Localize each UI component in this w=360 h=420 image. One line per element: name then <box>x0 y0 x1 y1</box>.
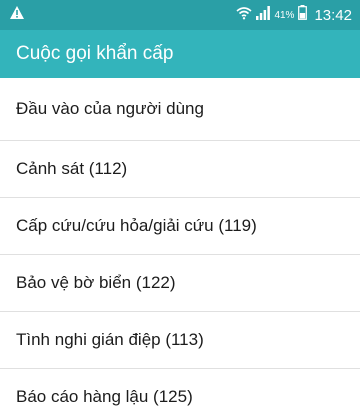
list-item-label: Bảo vệ bờ biển (122) <box>16 273 176 292</box>
wifi-icon <box>236 6 252 25</box>
app-bar: Cuộc gọi khẩn cấp <box>0 30 360 78</box>
battery-percentage: 41% <box>274 9 295 21</box>
list-item-label: Đầu vào của người dùng <box>16 99 204 118</box>
list-item-label: Cảnh sát (112) <box>16 159 128 178</box>
emergency-call-list: Đầu vào của người dùng Cảnh sát (112) Cấ… <box>0 78 360 420</box>
page-title: Cuộc gọi khẩn cấp <box>16 43 174 64</box>
list-item-label: Cấp cứu/cứu hỏa/giải cứu (119) <box>16 216 257 235</box>
list-item-police[interactable]: Cảnh sát (112) <box>0 141 360 198</box>
signal-icon <box>256 5 271 25</box>
list-item-label: Tình nghi gián điệp (113) <box>16 330 204 349</box>
list-item-coast-guard[interactable]: Bảo vệ bờ biển (122) <box>0 255 360 312</box>
list-item-spy-report[interactable]: Tình nghi gián điệp (113) <box>0 312 360 369</box>
status-bar: 41% 13:42 <box>0 0 360 30</box>
list-item-user-input[interactable]: Đầu vào của người dùng <box>0 78 360 141</box>
battery-icon <box>298 5 308 25</box>
list-item-label: Báo cáo hàng lậu (125) <box>16 387 193 406</box>
list-item-smuggling-report[interactable]: Báo cáo hàng lậu (125) <box>0 369 360 420</box>
warning-icon <box>10 6 24 24</box>
list-item-ambulance-fire-rescue[interactable]: Cấp cứu/cứu hỏa/giải cứu (119) <box>0 198 360 255</box>
status-clock: 13:42 <box>314 6 352 24</box>
